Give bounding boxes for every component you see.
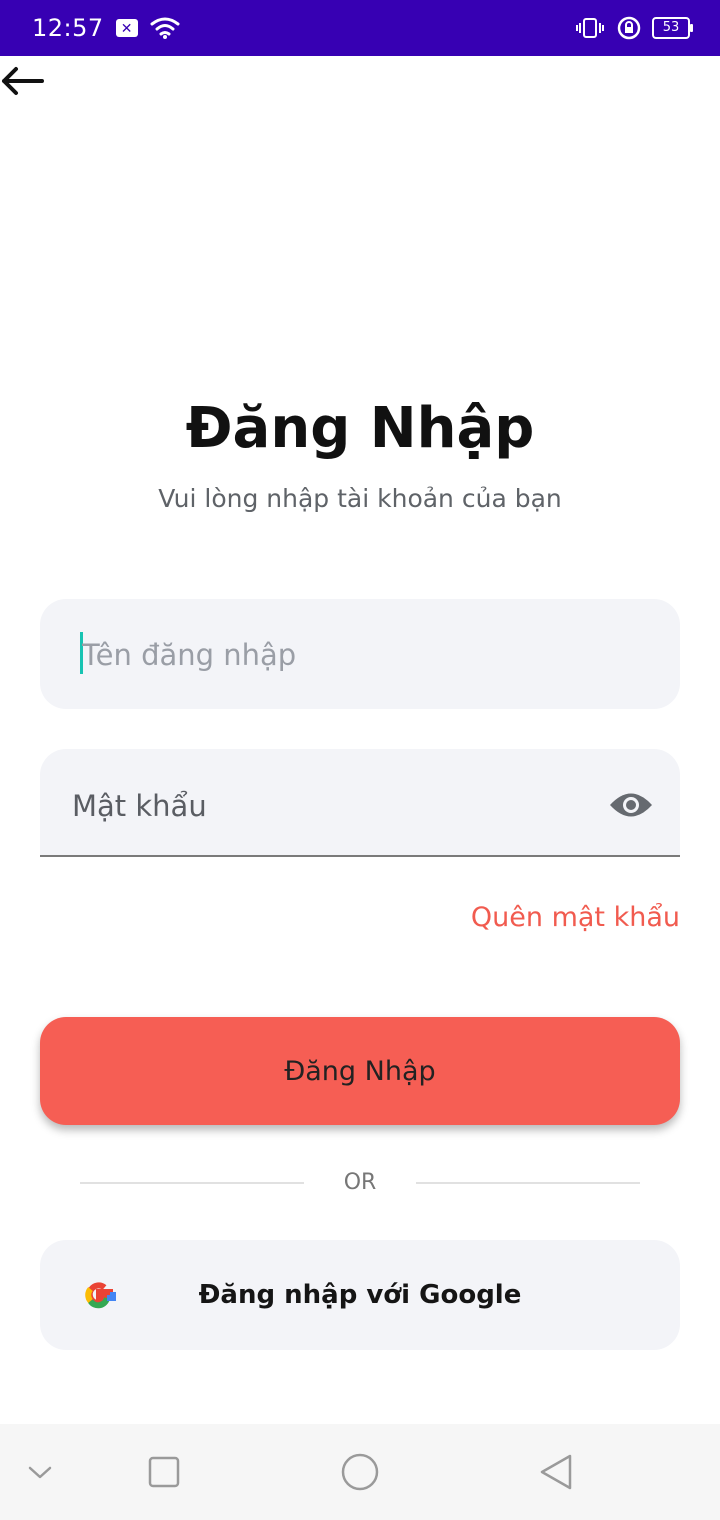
status-right: 53 xyxy=(574,15,693,41)
google-login-button[interactable]: Đăng nhập với Google xyxy=(40,1240,680,1350)
status-time: 12:57 xyxy=(32,14,104,42)
chevron-down-icon[interactable] xyxy=(14,1446,66,1498)
eye-icon[interactable] xyxy=(608,790,654,820)
arrow-left-icon xyxy=(2,67,44,95)
password-field[interactable]: Mật khẩu xyxy=(40,749,680,857)
username-input[interactable] xyxy=(80,599,604,711)
login-button[interactable]: Đăng Nhập xyxy=(40,1017,680,1125)
password-label: Mật khẩu xyxy=(72,789,207,823)
wifi-icon xyxy=(150,17,180,39)
username-field[interactable] xyxy=(40,599,680,711)
page-subtitle: Vui lòng nhập tài khoản của bạn xyxy=(158,484,562,513)
page-title: Đăng Nhập xyxy=(185,396,535,461)
rotation-lock-icon xyxy=(617,16,641,40)
system-nav-bar xyxy=(0,1424,720,1520)
google-login-label: Đăng nhập với Google xyxy=(198,1280,522,1310)
back-button[interactable] xyxy=(0,60,48,104)
divider-line-left xyxy=(80,1182,304,1184)
recent-apps-button[interactable] xyxy=(138,1446,190,1498)
notification-icon: ✕ xyxy=(115,19,138,37)
battery-indicator: 53 xyxy=(652,17,693,39)
login-screen: 12:57 ✕ 53 Đăng Nhập Vui lòng nhập tài k… xyxy=(0,0,720,1520)
back-nav-button[interactable] xyxy=(530,1446,582,1498)
divider-line-right xyxy=(416,1182,640,1184)
forgot-password-link[interactable]: Quên mật khẩu xyxy=(471,902,680,933)
vibrate-icon xyxy=(576,18,604,38)
divider-or-text: OR xyxy=(343,1170,377,1195)
home-button[interactable] xyxy=(334,1446,386,1498)
status-left: 12:57 ✕ xyxy=(32,14,180,42)
status-bar: 12:57 ✕ 53 xyxy=(0,0,720,56)
